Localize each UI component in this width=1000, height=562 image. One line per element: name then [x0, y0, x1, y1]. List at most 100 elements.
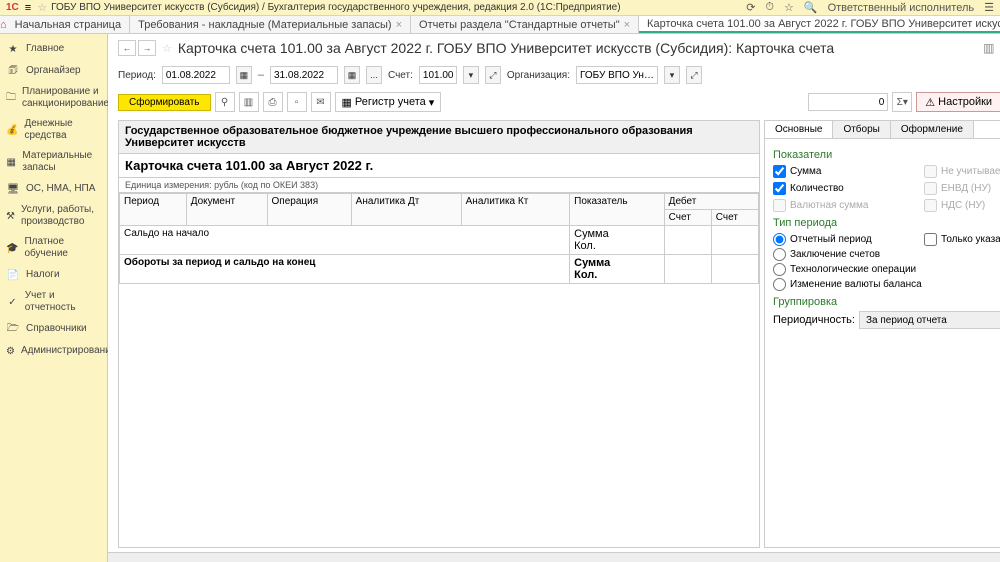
report-title: Карточка счета 101.00 за Август 2022 г.	[119, 154, 759, 178]
save-button[interactable]: ▫	[287, 92, 307, 112]
admin-icon: ⚙	[6, 344, 15, 358]
periodicity-label: Периодичность:	[773, 314, 855, 326]
organizer-icon: 🗊	[6, 64, 20, 78]
forward-button[interactable]: →	[138, 40, 156, 56]
radio-close[interactable]	[773, 248, 786, 261]
indicators-header: Показатели	[773, 149, 1000, 161]
date-from-input[interactable]	[162, 66, 230, 84]
show-settings-button[interactable]: ⚲	[215, 92, 235, 112]
sidebar-item-planning[interactable]: 🗀Планирование и санкционирование	[0, 82, 107, 114]
history-icon[interactable]: ⏱	[765, 1, 774, 14]
calendar-icon[interactable]: ▦	[344, 66, 360, 84]
check-qty[interactable]	[773, 182, 786, 195]
sidebar-item-catalogs[interactable]: 🗁Справочники	[0, 318, 107, 340]
app-title: ГОБУ ВПО Университет искусств (Субсидия)…	[51, 2, 746, 13]
settings-panel: Основные Отборы Оформление Показатели Су…	[764, 120, 1000, 548]
assets-icon: 🖥	[6, 182, 20, 196]
radio-report-period[interactable]	[773, 233, 786, 246]
sidebar-item-education[interactable]: 🎓Платное обучение	[0, 232, 107, 264]
report-unit: Единица измерения: рубль (код по ОКЕИ 38…	[119, 178, 759, 193]
tab-home[interactable]: Начальная страница	[7, 16, 130, 33]
radio-currency[interactable]	[773, 278, 786, 291]
taxes-icon: 📄	[6, 268, 20, 282]
sidebar-item-services[interactable]: ⚒Услуги, работы, производство	[0, 200, 107, 232]
window-options-icon[interactable]: ☰	[984, 1, 994, 14]
sidebar-item-admin[interactable]: ⚙Администрирование	[0, 340, 107, 362]
warning-icon: ⚠	[925, 96, 935, 109]
table-row: Обороты за период и сальдо на конец Сумм…	[120, 255, 759, 284]
education-icon: 🎓	[6, 241, 18, 255]
dropdown-icon[interactable]: ▾	[664, 66, 680, 84]
org-label: Организация:	[507, 70, 570, 81]
tab-filters[interactable]: Отборы	[833, 121, 890, 138]
radio-tech[interactable]	[773, 263, 786, 276]
planning-icon: 🗀	[6, 91, 16, 105]
check-only-period[interactable]	[924, 233, 937, 246]
org-input[interactable]	[576, 66, 658, 84]
favorite-icon[interactable]: ☆	[784, 1, 794, 14]
reporting-icon: ✓	[6, 295, 19, 309]
sidebar-item-materials[interactable]: ▦Материальные запасы	[0, 146, 107, 178]
table-row: Сальдо на начало СуммаКол.	[120, 226, 759, 255]
close-icon[interactable]: ×	[396, 19, 402, 31]
sidebar-item-money[interactable]: 💰Денежные средства	[0, 114, 107, 146]
horizontal-scrollbar[interactable]	[108, 552, 1000, 562]
generate-button[interactable]: Сформировать	[118, 94, 211, 111]
check-nds	[924, 199, 937, 212]
tab-card[interactable]: Карточка счета 101.00 за Август 2022 г. …	[639, 16, 1000, 33]
period-selector-button[interactable]: ...	[366, 66, 382, 84]
money-icon: 💰	[6, 123, 18, 137]
chart-button[interactable]: ▥	[239, 92, 259, 112]
chart-icon[interactable]: ▥	[983, 41, 994, 56]
tab-requirements[interactable]: Требования - накладные (Материальные зап…	[130, 16, 411, 33]
numeric-input[interactable]	[808, 93, 888, 111]
sidebar-item-organizer[interactable]: 🗊Органайзер	[0, 60, 107, 82]
star-icon[interactable]: ☆	[162, 42, 172, 55]
user-label[interactable]: Ответственный исполнитель	[828, 2, 975, 14]
sidebar-item-main[interactable]: ★Главное	[0, 38, 107, 60]
sum-button[interactable]: Σ▾	[892, 92, 912, 112]
sidebar-item-assets[interactable]: 🖥ОС, НМА, НПА	[0, 178, 107, 200]
open-icon[interactable]: ⤢	[686, 66, 702, 84]
refresh-icon[interactable]: ⟳	[746, 1, 755, 14]
catalogs-icon: 🗁	[6, 322, 20, 336]
search-icon[interactable]: 🔍	[804, 1, 818, 14]
sidebar-item-reporting[interactable]: ✓Учет и отчетность	[0, 286, 107, 318]
services-icon: ⚒	[6, 209, 15, 223]
check-nu	[924, 165, 937, 178]
account-input[interactable]	[419, 66, 457, 84]
back-button[interactable]: ←	[118, 40, 136, 56]
grouping-header: Группировка	[773, 296, 1000, 308]
dropdown-icon[interactable]: ▾	[463, 66, 479, 84]
sidebar: ★Главное 🗊Органайзер 🗀Планирование и сан…	[0, 34, 108, 562]
app-logo: 1C	[6, 2, 19, 13]
menu-icon[interactable]: ≡	[25, 2, 31, 14]
account-label: Счет:	[388, 70, 413, 81]
open-icon[interactable]: ⤢	[485, 66, 501, 84]
register-button[interactable]: ▦Регистр учета▾	[335, 92, 442, 112]
sidebar-item-taxes[interactable]: 📄Налоги	[0, 264, 107, 286]
period-type-header: Тип периода	[773, 217, 1000, 229]
main-icon: ★	[6, 42, 20, 56]
check-sum[interactable]	[773, 165, 786, 178]
calendar-icon[interactable]: ▦	[236, 66, 252, 84]
tab-reports[interactable]: Отчеты раздела "Стандартные отчеты"×	[411, 16, 639, 33]
close-icon[interactable]: ×	[624, 19, 630, 31]
period-label: Период:	[118, 70, 156, 81]
tab-main[interactable]: Основные	[765, 121, 833, 138]
star-icon[interactable]: ☆	[37, 1, 47, 14]
materials-icon: ▦	[6, 155, 16, 169]
home-icon[interactable]: ⌂	[0, 16, 7, 33]
print-button[interactable]: ⎙	[263, 92, 283, 112]
tab-format[interactable]: Оформление	[891, 121, 974, 138]
periodicity-select[interactable]: За период отчета	[859, 311, 1000, 329]
report-area: Государственное образовательное бюджетно…	[118, 120, 760, 548]
page-title: Карточка счета 101.00 за Август 2022 г. …	[178, 40, 834, 56]
date-to-input[interactable]	[270, 66, 338, 84]
settings-button[interactable]: ⚠Настройки	[916, 92, 1000, 112]
report-org: Государственное образовательное бюджетно…	[119, 121, 759, 154]
check-envd	[924, 182, 937, 195]
report-table: Период Документ Операция Аналитика Дт Ан…	[119, 193, 759, 284]
email-button[interactable]: ✉	[311, 92, 331, 112]
check-valsum	[773, 199, 786, 212]
